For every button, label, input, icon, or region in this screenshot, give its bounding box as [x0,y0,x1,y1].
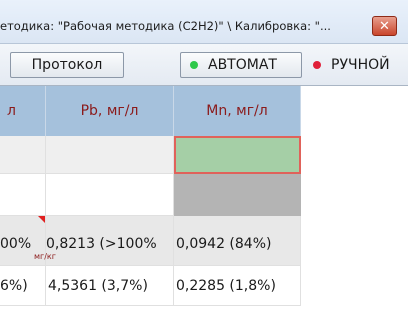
cell-value: 0,0942 (84%) [176,236,272,252]
column-header-pb[interactable]: Pb, мг/л [46,86,174,136]
table-cell[interactable] [0,136,46,174]
cell-value: 0,2285 (1,8%) [176,278,276,294]
table-cell[interactable] [46,136,174,174]
cell-flag-marker-icon [38,216,45,223]
column-header-mn[interactable]: Mn, мг/л [174,86,301,136]
auto-mode-label: АВТОМАТ [208,57,277,73]
cell-unit-label: мг/кг [34,252,56,261]
disabled-cell [174,174,301,216]
cell-value: 6%) [0,278,28,294]
toolbar: Протокол АВТОМАТ РУЧНОЙ [0,44,408,86]
column-header-label: Mn, мг/л [206,103,268,119]
protocol-button-label: Протокол [31,57,103,73]
selected-cell[interactable] [174,136,301,174]
manual-indicator-dot-icon [313,61,321,69]
cell-value: 0,8213 (>100% [46,236,157,252]
column-header-label: Pb, мг/л [80,103,139,119]
close-button[interactable]: ✕ [372,16,397,36]
close-icon: ✕ [379,18,390,34]
column-header-label: л [7,103,16,119]
cell-value: 4,5361 (3,7%) [48,278,148,294]
manual-mode-label: РУЧНОЙ [331,57,390,73]
table-bottom-area [0,306,408,318]
auto-indicator-dot-icon [190,61,198,69]
auto-mode-button[interactable]: АВТОМАТ [180,52,302,78]
table-cell[interactable] [46,174,174,216]
protocol-button[interactable]: Протокол [10,52,124,78]
cell-value: 00% [0,236,32,252]
window-titlebar: етодика: "Рабочая методика (C2H2)" \ Кал… [0,0,408,44]
window-title: етодика: "Рабочая методика (C2H2)" \ Кал… [0,19,331,33]
manual-mode-button[interactable]: РУЧНОЙ [304,52,408,78]
column-header-partial[interactable]: л [0,86,46,136]
table-cell[interactable] [0,174,46,216]
